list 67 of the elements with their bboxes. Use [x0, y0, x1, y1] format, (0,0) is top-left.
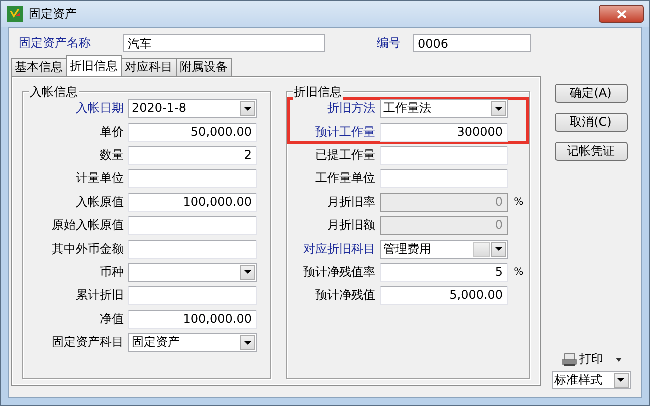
input-field[interactable]: 50,000.00: [128, 122, 257, 142]
input-field[interactable]: 300000: [380, 122, 508, 142]
field-label: 累计折旧: [75, 287, 124, 304]
field-label: 预计净残值率: [302, 264, 376, 281]
caret-icon: [494, 106, 503, 111]
input-field[interactable]: [128, 286, 257, 306]
caret-icon: [494, 247, 503, 252]
style-dropdown[interactable]: 标准样式: [552, 371, 630, 389]
dropdown[interactable]: 工作量法: [380, 99, 508, 118]
caret-icon: [244, 270, 252, 274]
field-label: 币种: [99, 264, 124, 281]
field-label: 其中外币金额: [51, 240, 124, 258]
field-label: 固定资产名称: [19, 34, 92, 52]
group-title: 折旧信息: [293, 84, 343, 101]
input-field[interactable]: [380, 169, 508, 188]
caret-icon[interactable]: [616, 358, 622, 362]
tab[interactable]: 折旧信息: [66, 55, 122, 76]
group-title: 入帐信息: [29, 84, 79, 101]
text-field[interactable]: 汽车: [123, 34, 325, 52]
field-label: 编号: [377, 34, 402, 52]
field-label: 折旧方法: [326, 100, 376, 118]
tab[interactable]: 对应科目: [121, 58, 177, 76]
field-label: 工作量单位: [314, 170, 376, 188]
close-icon: [616, 10, 626, 18]
print-button[interactable]: 打印: [560, 351, 604, 368]
field-label: 数量: [99, 146, 124, 164]
field-label: 对应折旧科目: [302, 240, 376, 258]
field-label: 原始入帐原值: [51, 217, 124, 234]
app-icon: [7, 6, 23, 22]
input-field[interactable]: [128, 169, 257, 188]
input-field[interactable]: [128, 240, 257, 259]
close-button[interactable]: [599, 5, 644, 23]
field-label: 入帐日期: [75, 100, 124, 118]
unit-label: %: [514, 196, 525, 208]
field-label: 净值: [99, 310, 124, 328]
tab[interactable]: 附属设备: [176, 58, 232, 76]
caret-icon: [244, 340, 252, 345]
dropdown[interactable]: 管理费用: [380, 240, 508, 259]
field-label: 入帐原值: [75, 194, 124, 211]
input-field[interactable]: 2: [128, 146, 257, 165]
input-field[interactable]: 100,000.00: [128, 310, 257, 329]
dropdown[interactable]: 2020-1-8: [128, 99, 257, 118]
dialog-button[interactable]: 确定(A): [554, 84, 628, 103]
input-field[interactable]: [128, 216, 257, 236]
field-label: 已提工作量: [314, 146, 376, 164]
caret-icon: [244, 106, 252, 111]
unit-label: %: [514, 266, 525, 278]
input-field[interactable]: 5,000.00: [380, 286, 508, 306]
window-title: 固定资产: [29, 6, 77, 22]
field-label: 计量单位: [75, 170, 124, 188]
tab[interactable]: 基本信息: [11, 58, 67, 76]
field-label: 单价: [99, 124, 124, 141]
input-field[interactable]: 100,000.00: [128, 192, 257, 212]
input-field[interactable]: 5: [380, 262, 508, 282]
input-field[interactable]: [380, 146, 508, 165]
dropdown[interactable]: [128, 262, 257, 282]
dialog-button[interactable]: 记帐凭证: [554, 142, 628, 161]
field-label: 月折旧额: [326, 217, 376, 234]
printer-icon: [560, 352, 578, 366]
dialog-button[interactable]: 取消(C): [554, 113, 628, 132]
field-label: 预计工作量: [314, 124, 376, 141]
field-label: 月折旧率: [326, 194, 376, 211]
dropdown[interactable]: 固定资产: [128, 333, 257, 352]
text-field[interactable]: 0006: [413, 34, 531, 52]
caret-icon: [617, 378, 625, 382]
field-label: 固定资产科目: [51, 334, 124, 352]
field-label: 预计净残值: [314, 287, 376, 304]
